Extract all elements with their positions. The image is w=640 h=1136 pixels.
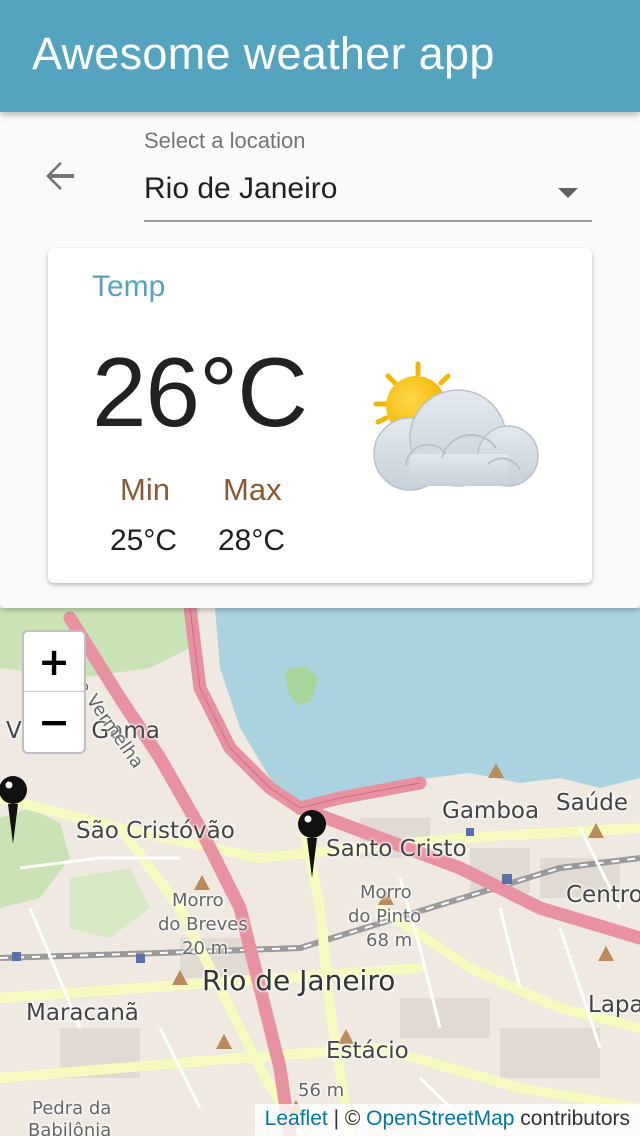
map-label-sao-cristovao: São Cristóvão [76, 818, 235, 844]
map-label-saude: Saúde [556, 790, 629, 816]
map-label-estacio: Estácio [326, 1038, 409, 1064]
map-label-maracana: Maracanã [26, 1000, 139, 1026]
location-select[interactable]: Rio de Janeiro [144, 160, 592, 222]
app-bar: Awesome weather app [0, 0, 640, 112]
map-label-morro-pinto-1: Morro [360, 882, 412, 903]
weather-card: Temp 26°C Min Max 25°C 28°C [48, 248, 592, 583]
current-temperature: 26°C [92, 337, 308, 447]
arrow-back-icon [46, 162, 74, 190]
map-label-rio-de-janeiro: Rio de Janeiro [202, 964, 396, 997]
zoom-in-button[interactable]: + [24, 632, 84, 692]
partly-cloudy-icon [373, 361, 539, 491]
map-label-santo-cristo: Santo Cristo [326, 836, 467, 862]
attribution-separator: | © [327, 1107, 367, 1130]
back-button[interactable] [36, 152, 84, 200]
map-label-elev-56: 56 m [298, 1080, 345, 1101]
min-label: Min [120, 472, 170, 507]
zoom-out-button[interactable]: − [24, 692, 84, 752]
zoom-control: + − [22, 630, 86, 754]
map-label-pedra-1: Pedra da [32, 1098, 112, 1119]
max-temperature: 28°C [218, 524, 286, 557]
attribution-contributors: contributors [514, 1107, 630, 1130]
map-label-morro-breves-2: do Breves [158, 914, 248, 935]
map-label-pinto-elev: 68 m [366, 930, 413, 951]
map-label-centro: Centro [566, 882, 640, 908]
map-label-pedra-2: Babilônia [28, 1120, 112, 1136]
openstreetmap-link[interactable]: OpenStreetMap [366, 1107, 514, 1130]
map-marker-pin-icon[interactable] [297, 808, 327, 880]
map-attribution: Leaflet | © OpenStreetMap contributors [254, 1104, 640, 1136]
map-label-lapa: Lapa [588, 992, 640, 1018]
map-label-morro-pinto-2: do Pinto [348, 906, 422, 927]
map-label-morro-breves-1: Morro [172, 890, 224, 911]
map-label-breves-elev: 20 m [182, 938, 229, 959]
min-temperature: 25°C [110, 524, 178, 557]
app-title: Awesome weather app [32, 28, 495, 79]
weather-card-title: Temp [92, 270, 166, 303]
map-marker-pin-icon[interactable] [0, 774, 28, 846]
map-label-gamboa: Gamboa [442, 798, 540, 824]
max-label: Max [223, 472, 282, 507]
location-select-value: Rio de Janeiro [144, 172, 338, 205]
location-select-label: Select a location [144, 128, 306, 153]
leaflet-link[interactable]: Leaflet [265, 1107, 328, 1130]
dropdown-caret-icon [558, 188, 578, 198]
